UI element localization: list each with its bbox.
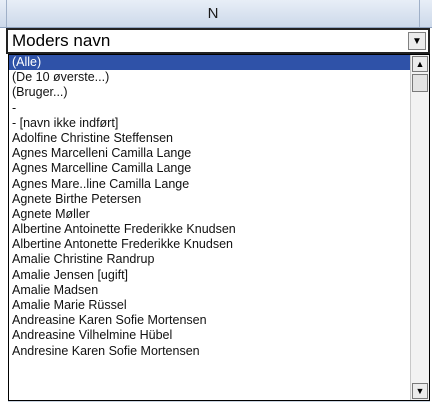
list-item[interactable]: Agnes Marcelleni Camilla Lange	[9, 146, 410, 161]
list-item[interactable]: Amalie Madsen	[9, 283, 410, 298]
list-item[interactable]: - [navn ikke indført]	[9, 116, 410, 131]
list-item[interactable]: Andresine Karen Sofie Mortensen	[9, 344, 410, 359]
scroll-up-button[interactable]: ▲	[412, 56, 428, 72]
chevron-up-icon: ▲	[415, 59, 425, 69]
list-item[interactable]: Albertine Antoinette Frederikke Knudsen	[9, 222, 410, 237]
list-item[interactable]: Amalie Jensen [ugift]	[9, 268, 410, 283]
scroll-down-button[interactable]: ▼	[412, 383, 428, 399]
list-items: (Alle) (De 10 øverste...) (Bruger...) - - [n…	[9, 55, 410, 400]
divider	[8, 401, 430, 402]
list-item[interactable]: Andreasine Karen Sofie Mortensen	[9, 313, 410, 328]
list-item[interactable]: Agnes Mare..line Camilla Lange	[9, 177, 410, 192]
filter-cell[interactable]: Moders navn ▼	[6, 28, 430, 54]
list-item[interactable]: (De 10 øverste...)	[9, 70, 410, 85]
cell-value: Moders navn	[12, 31, 111, 50]
list-item[interactable]: Agnes Marcelline Camilla Lange	[9, 161, 410, 176]
list-item[interactable]: (Bruger...)	[9, 85, 410, 100]
list-item[interactable]: Albertine Antonette Frederikke Knudsen	[9, 237, 410, 252]
column-header-n[interactable]: N	[7, 0, 420, 27]
list-item[interactable]: Adolfine Christine Steffensen	[9, 131, 410, 146]
list-item[interactable]: -	[9, 101, 410, 116]
list-item[interactable]: (Alle)	[9, 55, 410, 71]
column-header-next	[420, 0, 432, 27]
list-item[interactable]: Amalie Marie Rüssel	[9, 298, 410, 313]
list-item[interactable]: Agnete Birthe Petersen	[9, 192, 410, 207]
list-item[interactable]: Andreasine Vilhelmine Hübel	[9, 328, 410, 343]
column-header-row: N	[0, 0, 432, 28]
chevron-down-icon: ▼	[415, 386, 425, 396]
row-header-corner	[0, 0, 7, 27]
scrollbar[interactable]: ▲ ▼	[410, 55, 429, 400]
list-item[interactable]: Amalie Christine Randrup	[9, 252, 410, 267]
scrollbar-thumb[interactable]	[412, 74, 428, 92]
filter-dropdown-list[interactable]: (Alle) (De 10 øverste...) (Bruger...) - - [n…	[8, 54, 430, 401]
list-item[interactable]: Agnete Møller	[9, 207, 410, 222]
chevron-down-icon: ▼	[412, 35, 422, 47]
dropdown-button[interactable]: ▼	[408, 32, 426, 50]
